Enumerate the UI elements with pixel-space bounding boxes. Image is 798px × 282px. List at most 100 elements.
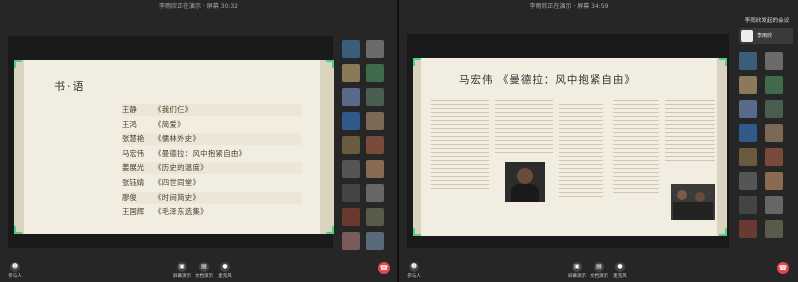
book-list: 王静 《我们仨》 王鸿 《简爱》 张慧艳 《儒林外史》 马宏伟 《曼德拉：风中抱… <box>122 104 302 222</box>
book-author: 王静 <box>122 105 137 114</box>
participant-video[interactable] <box>366 40 384 58</box>
book-row: 王国辉 《毛泽东选集》 <box>122 206 302 218</box>
screen-share-button[interactable]: ▣ 屏幕演示 <box>172 262 192 279</box>
participant-video[interactable] <box>739 172 757 190</box>
right-topbar-title: 李雨欣正在演示 · 屏幕 34:59 <box>529 3 609 10</box>
participant-video[interactable] <box>739 148 757 166</box>
book-row: 王鸿 《简爱》 <box>122 119 302 131</box>
share-frame-corner <box>14 60 22 68</box>
participant-video[interactable] <box>739 220 757 238</box>
document-icon: ▤ <box>594 262 604 272</box>
participant-video[interactable] <box>366 160 384 178</box>
participant-video[interactable] <box>342 64 360 82</box>
book-title: 《四世同堂》 <box>154 178 201 187</box>
book-author: 张慧艳 <box>122 134 145 144</box>
participant-video[interactable] <box>765 124 783 142</box>
screen-share-label: 屏幕演示 <box>173 274 191 279</box>
book-row: 廖俊 《时间简史》 <box>122 191 302 204</box>
book-author: 张钰婧 <box>122 178 145 187</box>
share-frame-corner <box>326 226 334 234</box>
participant-video[interactable] <box>765 148 783 166</box>
share-frame-corner <box>413 228 421 236</box>
participant-video[interactable] <box>366 136 384 154</box>
participants-button[interactable]: ☻ 参与人 <box>6 262 24 279</box>
slide-title: 书·语 <box>54 80 86 93</box>
article-column <box>431 98 489 218</box>
participant-video[interactable] <box>765 100 783 118</box>
book-row: 张慧艳 《儒林外史》 <box>122 133 302 146</box>
book-title: 《历史的温度》 <box>154 163 208 173</box>
book-row: 王静 《我们仨》 <box>122 104 302 116</box>
slide-left-band <box>413 58 421 236</box>
portrait-photo <box>505 162 545 202</box>
left-share-stage: 书·语 王静 《我们仨》 王鸿 《简爱》 张慧艳 《儒林外史》 马宏伟 《曼德拉… <box>8 36 334 248</box>
share-frame-corner <box>326 60 334 68</box>
doc-share-label: 文档演示 <box>195 274 213 279</box>
leave-meeting-button[interactable]: ☎ <box>777 262 789 274</box>
host-name: 李雨欣 <box>757 33 773 39</box>
slide-title: 马宏伟 《曼德拉：风中抱紧自由》 <box>459 74 636 86</box>
right-meeting-window: 李雨欣正在演示 · 屏幕 34:59 李雨欣发起的会议 马宏伟 《曼德拉：风中抱… <box>399 0 798 282</box>
left-control-bar: ☻ 参与人 ▣ 屏幕演示 ▤ 文档演示 ● 麦克风 ☎ <box>0 258 397 282</box>
host-tile[interactable]: 李雨欣 <box>739 28 793 44</box>
right-slide: 马宏伟 《曼德拉：风中抱紧自由》 <box>413 58 727 236</box>
participant-video[interactable] <box>342 40 360 58</box>
book-title: 《儒林外史》 <box>154 134 201 144</box>
person-icon: ☻ <box>10 262 20 272</box>
book-row: 姜展光 《历史的温度》 <box>122 162 302 175</box>
participant-video[interactable] <box>739 76 757 94</box>
mic-label: 麦克风 <box>613 274 627 279</box>
mic-label: 麦克风 <box>218 274 232 279</box>
slide-right-band <box>717 58 727 236</box>
book-author: 王国辉 <box>122 207 145 217</box>
participant-video[interactable] <box>765 52 783 70</box>
screen-share-button[interactable]: ▣ 屏幕演示 <box>567 262 587 279</box>
book-title: 《曼德拉：风中抱紧自由》 <box>154 148 247 158</box>
participant-video[interactable] <box>342 208 360 226</box>
book-author: 姜展光 <box>122 163 145 173</box>
participant-video[interactable] <box>342 184 360 202</box>
right-share-stage: 马宏伟 《曼德拉：风中抱紧自由》 <box>407 34 729 248</box>
participants-label: 参与人 <box>407 274 421 279</box>
participant-video[interactable] <box>765 220 783 238</box>
article-column <box>613 98 659 218</box>
share-frame-corner <box>413 58 421 66</box>
book-title: 《我们仨》 <box>154 105 193 114</box>
participant-video[interactable] <box>739 124 757 142</box>
participant-video[interactable] <box>739 52 757 70</box>
participant-video[interactable] <box>739 196 757 214</box>
doc-share-button[interactable]: ▤ 文档演示 <box>194 262 214 279</box>
phone-hangup-icon: ☎ <box>379 264 389 272</box>
slide-right-band <box>320 60 334 234</box>
participant-video[interactable] <box>366 208 384 226</box>
meeting-title: 李雨欣发起的会议 <box>744 18 790 24</box>
participant-video[interactable] <box>765 172 783 190</box>
article-column <box>665 98 715 178</box>
person-icon: ☻ <box>409 262 419 272</box>
participant-video[interactable] <box>739 100 757 118</box>
participant-video[interactable] <box>765 196 783 214</box>
article-column <box>559 102 603 222</box>
participant-video[interactable] <box>765 76 783 94</box>
participant-video[interactable] <box>342 88 360 106</box>
participant-video[interactable] <box>342 160 360 178</box>
participant-video[interactable] <box>366 88 384 106</box>
participant-video[interactable] <box>342 136 360 154</box>
share-frame-corner <box>719 58 727 66</box>
left-topbar-title: 李雨欣正在演示 · 屏幕 30:32 <box>159 3 238 10</box>
participant-video[interactable] <box>366 64 384 82</box>
participants-button[interactable]: ☻ 参与人 <box>405 262 423 279</box>
mic-button[interactable]: ● 麦克风 <box>611 262 629 279</box>
participant-video[interactable] <box>342 112 360 130</box>
participant-video[interactable] <box>366 112 384 130</box>
leave-meeting-button[interactable]: ☎ <box>378 262 390 274</box>
mic-button[interactable]: ● 麦克风 <box>216 262 234 279</box>
phone-hangup-icon: ☎ <box>778 264 788 272</box>
participant-video[interactable] <box>342 232 360 250</box>
book-title: 《毛泽东选集》 <box>154 207 208 217</box>
monitor-icon: ▣ <box>177 262 187 272</box>
doc-share-button[interactable]: ▤ 文档演示 <box>589 262 609 279</box>
share-frame-corner <box>719 228 727 236</box>
participant-video[interactable] <box>366 184 384 202</box>
participant-video[interactable] <box>366 232 384 250</box>
